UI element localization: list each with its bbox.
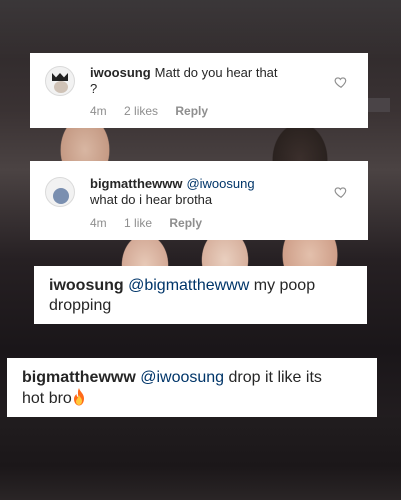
comment-meta: 4m 1 like Reply [90, 216, 216, 230]
heart-icon[interactable] [334, 185, 348, 199]
comment-username[interactable]: bigmatthewww [22, 369, 136, 386]
comment-mention[interactable]: @bigmatthewww [128, 277, 249, 294]
crown-avatar-icon[interactable] [45, 66, 75, 96]
comment-body-cont: ? [90, 81, 98, 96]
comment-card-1: iwoosung Matt do you hear that ? 4m 2 lik… [30, 53, 368, 128]
comment-text: bigmatthewww @iwoosung what do i hear bro… [90, 176, 340, 208]
comment-username[interactable]: iwoosung [49, 277, 124, 294]
comment-mention[interactable]: @iwoosung [140, 369, 224, 386]
photo-bottom [0, 415, 401, 500]
comment-body-line2: dropping [49, 297, 112, 314]
photo-avatar-icon[interactable] [45, 177, 75, 207]
comment-text: iwoosung Matt do you hear that ? [90, 65, 330, 97]
comment-username[interactable]: bigmatthewww [90, 176, 182, 191]
enlarged-comment-1: iwoosung @bigmatthewww my poop dropping [34, 266, 367, 324]
fire-emoji-icon [73, 388, 84, 406]
reply-button[interactable]: Reply [169, 216, 202, 230]
comment-username[interactable]: iwoosung [90, 65, 151, 80]
comment-body: Matt do you hear that [154, 65, 278, 80]
comment-likes[interactable]: 1 like [124, 216, 152, 230]
comment-body: what do i hear brotha [90, 192, 213, 207]
comment-body-line1: drop it like its [228, 369, 322, 386]
comment-card-2: bigmatthewww @iwoosung what do i hear bro… [30, 161, 368, 240]
comment-meta: 4m 2 likes Reply [90, 104, 222, 118]
comment-mention[interactable]: @iwoosung [186, 176, 254, 191]
reply-button[interactable]: Reply [175, 104, 208, 118]
comment-likes[interactable]: 2 likes [124, 104, 158, 118]
heart-icon[interactable] [334, 75, 348, 89]
enlarged-comment-2: bigmatthewww @iwoosung drop it like its … [7, 358, 377, 417]
comment-time: 4m [90, 216, 107, 230]
ceiling-light [0, 0, 401, 60]
comment-body-line1: my poop [253, 277, 316, 294]
comment-time: 4m [90, 104, 107, 118]
comment-body-line2: hot bro [22, 390, 72, 407]
